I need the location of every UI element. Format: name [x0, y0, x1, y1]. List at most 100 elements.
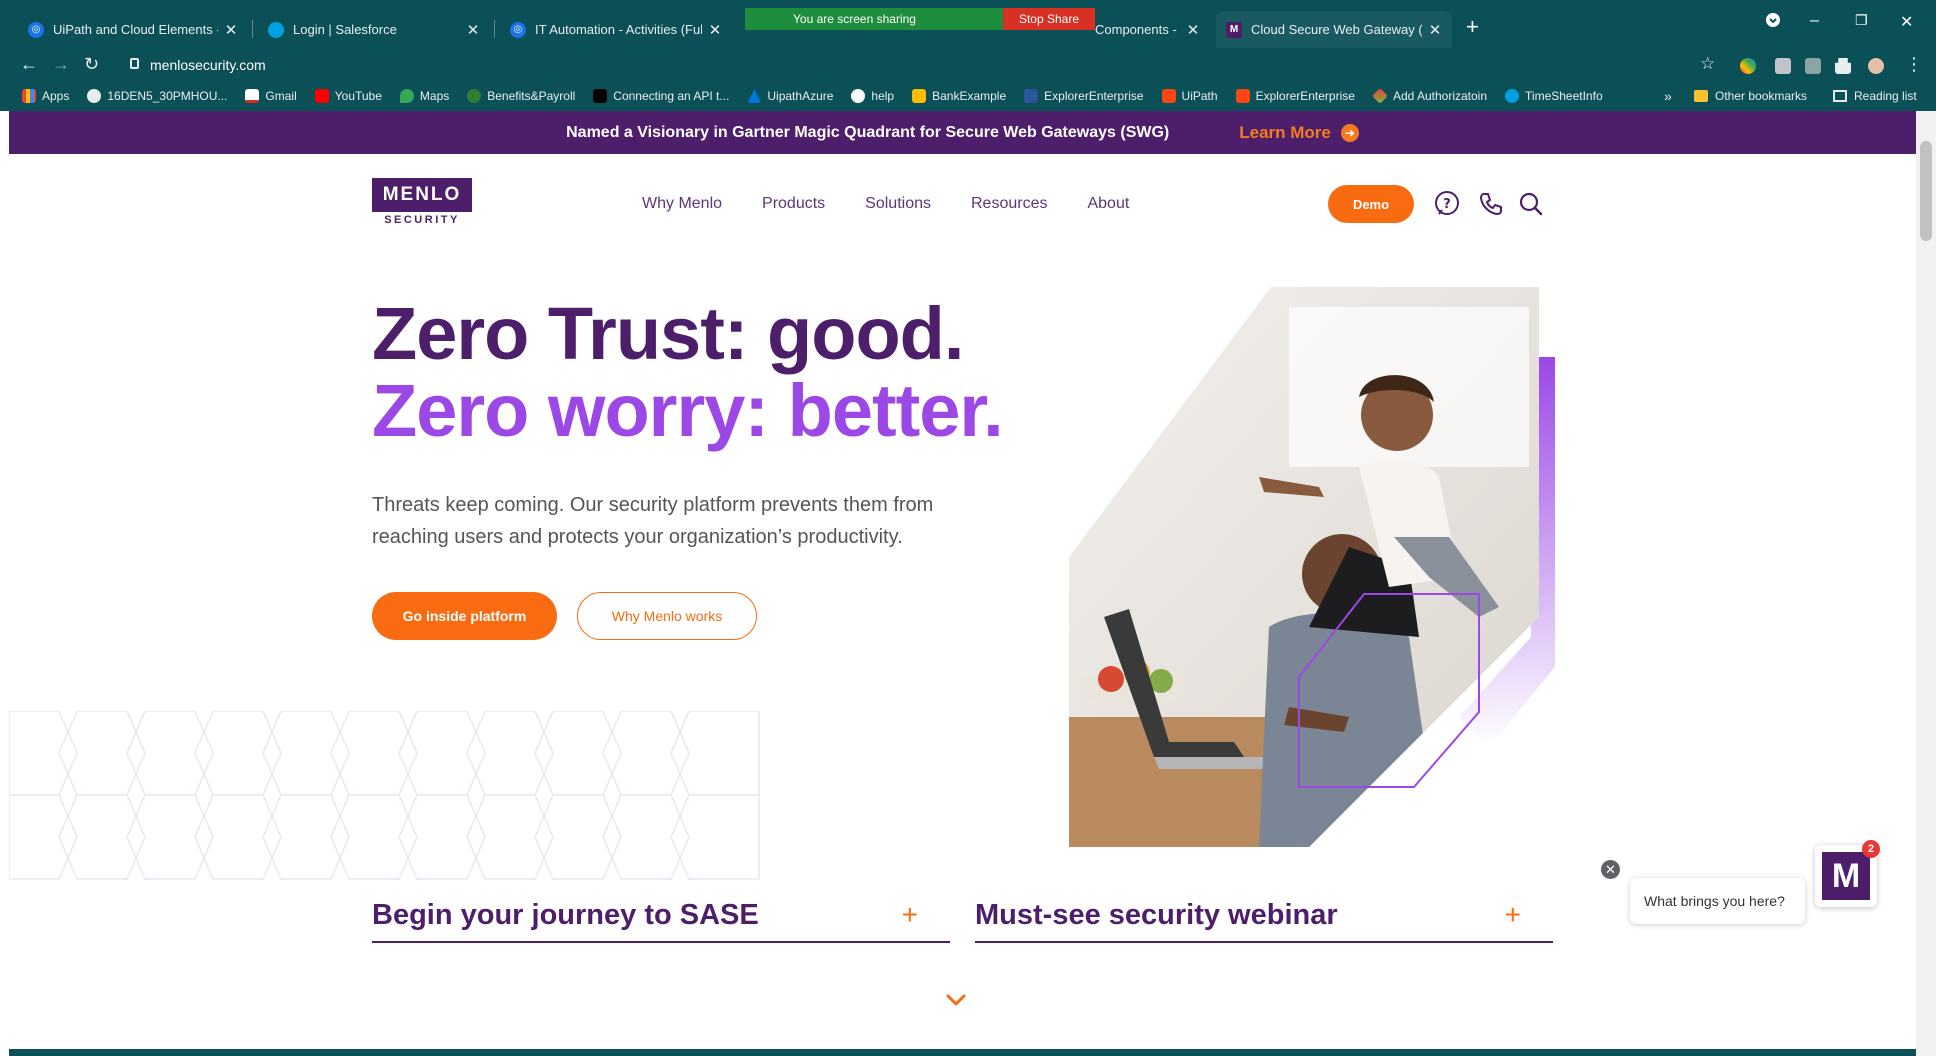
plus-icon[interactable]: +	[902, 899, 918, 931]
bookmark-label: ExplorerEnterprise	[1044, 89, 1144, 103]
bookmark-label: ExplorerEnterprise	[1255, 89, 1355, 103]
bookmark-youtube[interactable]: YouTube	[314, 89, 382, 103]
hero-headline-line1: Zero Trust: good.	[372, 292, 964, 375]
bookmark-item[interactable]: 16DEN5_30PMHOU...	[87, 89, 227, 103]
maps-pin-icon	[399, 89, 414, 103]
tab-search-icon[interactable]	[1765, 12, 1781, 33]
close-tab-icon[interactable]: ✕	[224, 21, 238, 39]
bookmark-label: Gmail	[265, 89, 297, 103]
tab-components[interactable]: Components - RP ✕	[1085, 11, 1210, 48]
bookmark-explorer-word[interactable]: ExplorerEnterprise	[1024, 89, 1144, 103]
chat-prompt-text: What brings you here?	[1644, 893, 1785, 909]
forward-arrow-icon[interactable]: →	[52, 54, 70, 75]
tab-uipath-cloud-elements[interactable]: ◎ UiPath and Cloud Elements - Cus ✕	[18, 11, 248, 48]
close-window-button[interactable]: ✕	[1900, 12, 1913, 32]
main-navigation: Why Menlo Products Solutions Resources A…	[642, 195, 1169, 213]
hero-subtitle: Threats keep coming. Our security platfo…	[372, 494, 934, 548]
extensions-puzzle-icon[interactable]	[1835, 58, 1851, 74]
gmail-icon	[245, 89, 260, 103]
reading-list-icon	[1833, 90, 1847, 102]
bookmark-timesheet[interactable]: TimeSheetInfo	[1505, 89, 1603, 103]
bookmark-medium[interactable]: Connecting an API t...	[593, 89, 729, 103]
back-arrow-icon[interactable]: ←	[20, 54, 38, 75]
extension-icon[interactable]	[1775, 58, 1791, 74]
page-scrollbar[interactable]	[1916, 111, 1936, 1056]
word-icon	[1024, 89, 1039, 103]
help-question-icon[interactable]: ?	[1433, 190, 1461, 218]
new-tab-button[interactable]: +	[1466, 14, 1479, 40]
extension-icon[interactable]	[1805, 58, 1821, 74]
menlo-security-logo[interactable]: MENLO SECURITY	[372, 178, 472, 228]
logo-subtitle: SECURITY	[384, 214, 460, 226]
diamond-icon	[1372, 88, 1388, 104]
close-tab-icon[interactable]: ✕	[466, 21, 480, 39]
accordion-sase[interactable]: Begin your journey to SASE +	[372, 891, 950, 943]
other-bookmarks-folder[interactable]: Other bookmarks	[1694, 82, 1807, 110]
chat-close-icon[interactable]: ✕	[1601, 860, 1620, 879]
reload-icon[interactable]: ↻	[84, 54, 99, 75]
nav-about[interactable]: About	[1087, 195, 1129, 213]
stop-share-label: Stop Share	[1018, 12, 1080, 26]
close-tab-icon[interactable]: ✕	[1428, 21, 1442, 39]
bookmark-maps[interactable]: Maps	[399, 89, 449, 103]
uipath-favicon-icon: ◎	[510, 21, 526, 38]
accordion-webinar[interactable]: Must-see security webinar +	[975, 891, 1553, 943]
why-menlo-works-button[interactable]: Why Menlo works	[577, 592, 757, 640]
medium-icon	[593, 89, 608, 103]
bookmark-label: Apps	[42, 89, 70, 103]
youtube-icon	[314, 89, 329, 103]
bookmark-add-authorization[interactable]: Add Authorizatoin	[1372, 88, 1487, 104]
scrollbar-thumb[interactable]	[1920, 141, 1932, 241]
hero-family-photo	[1069, 287, 1555, 847]
bookmark-label: 16DEN5_30PMHOU...	[107, 89, 228, 103]
bookmark-star-icon[interactable]: ☆	[1700, 54, 1715, 74]
nav-resources[interactable]: Resources	[971, 195, 1047, 213]
bookmark-benefits[interactable]: Benefits&Payroll	[467, 89, 575, 103]
plus-icon[interactable]: +	[1505, 899, 1521, 931]
bookmarks-overflow-button[interactable]: »	[1664, 82, 1672, 110]
bookmark-label: BankExample	[932, 89, 1007, 103]
browser-menu-icon[interactable]: ⋮	[1905, 54, 1923, 75]
bookmark-bankexample[interactable]: BankExample	[912, 89, 1006, 103]
minimize-button[interactable]: –	[1810, 12, 1819, 30]
bookmark-uipath[interactable]: UiPath	[1161, 89, 1218, 103]
nav-why-menlo[interactable]: Why Menlo	[642, 195, 722, 213]
menlo-m-logo-icon: M	[1822, 852, 1870, 900]
globe-icon	[87, 89, 102, 103]
close-tab-icon[interactable]: ✕	[1186, 21, 1200, 39]
tab-title: Components - RP	[1095, 22, 1180, 37]
bookmark-label: UiPath	[1181, 89, 1218, 103]
demo-button[interactable]: Demo	[1328, 185, 1414, 223]
bookmark-azure[interactable]: UipathAzure	[747, 89, 833, 103]
bookmarks-bar: Apps 16DEN5_30PMHOU... Gmail YouTube Map…	[0, 82, 1936, 110]
tab-menlo-security[interactable]: M Cloud Secure Web Gateway (SW ✕	[1216, 11, 1452, 48]
restore-button[interactable]: ❐	[1855, 12, 1868, 29]
os-taskbar-edge	[9, 1049, 1916, 1056]
hero-headline-line2: Zero worry: better.	[372, 369, 1004, 452]
profile-avatar[interactable]	[1868, 58, 1884, 74]
uipath-favicon-icon: ◎	[28, 21, 44, 38]
chat-prompt-bubble[interactable]: What brings you here?	[1630, 878, 1805, 924]
tab-it-automation[interactable]: ◎ IT Automation - Activities (Full Li ✕	[500, 11, 732, 48]
extension-color-icon[interactable]	[1740, 58, 1756, 74]
url-field[interactable]: menlosecurity.com	[124, 51, 1824, 79]
chevron-down-icon[interactable]	[945, 991, 967, 1009]
stop-share-button[interactable]: Stop Share	[1003, 8, 1095, 30]
phone-icon[interactable]	[1477, 190, 1505, 218]
screen-share-indicator: You are screen sharing	[745, 8, 1003, 30]
bookmark-explorer-uipath[interactable]: ExplorerEnterprise	[1235, 89, 1355, 103]
bookmark-label: Benefits&Payroll	[487, 89, 576, 103]
reading-list-button[interactable]: Reading list	[1833, 82, 1917, 110]
nav-solutions[interactable]: Solutions	[865, 195, 931, 213]
bookmark-apps[interactable]: Apps	[22, 89, 69, 103]
search-icon[interactable]	[1517, 190, 1545, 218]
tab-salesforce[interactable]: Login | Salesforce ✕	[258, 11, 490, 48]
learn-more-link[interactable]: Learn More ➜	[1239, 123, 1359, 143]
close-tab-icon[interactable]: ✕	[708, 21, 722, 39]
tab-title: Login | Salesforce	[293, 22, 397, 37]
bookmark-help[interactable]: help	[851, 89, 894, 103]
nav-products[interactable]: Products	[762, 195, 825, 213]
bookmark-gmail[interactable]: Gmail	[245, 89, 297, 103]
go-inside-platform-button[interactable]: Go inside platform	[372, 592, 557, 640]
bookmark-label: UipathAzure	[767, 89, 834, 103]
